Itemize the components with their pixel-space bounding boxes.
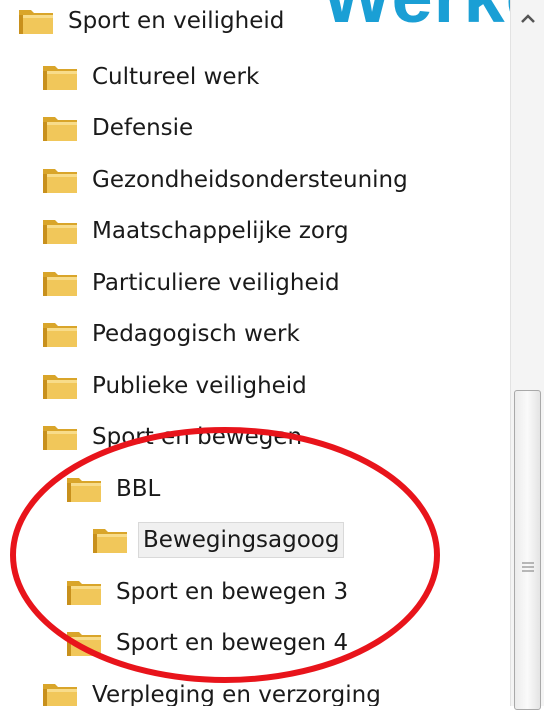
tree-item[interactable]: Publieke veiligheid — [42, 363, 311, 409]
tree-item[interactable]: Sport en bewegen 3 — [66, 569, 352, 615]
folder-tree: Werken toch n Sport en veiligheid Culture… — [0, 0, 510, 706]
tree-item-label: Particuliere veiligheid — [92, 269, 340, 296]
tree-item-label: Maatschappelijke zorg — [92, 218, 349, 244]
tree-item[interactable]: Sport en bewegen 4 — [66, 620, 352, 666]
tree-item-label: Bewegingsagoog — [138, 522, 345, 558]
tree-item[interactable]: Bewegingsagoog — [92, 517, 345, 563]
tree-item-label: Publieke veiligheid — [92, 372, 307, 399]
tree-item[interactable]: Gezondheidsondersteuning — [42, 157, 412, 203]
tree-item[interactable]: Sport en veiligheid — [18, 0, 288, 44]
scrollbar-thumb[interactable] — [514, 390, 541, 710]
tree-item-label: Cultureel werk — [92, 63, 260, 90]
folder-icon — [42, 62, 78, 92]
folder-icon — [66, 474, 102, 504]
folder-icon — [42, 371, 78, 401]
tree-item-label: Defensie — [92, 115, 194, 141]
tree-item-label: Gezondheidsondersteuning — [92, 166, 408, 193]
banner-text: Werken toch n — [322, 0, 510, 39]
folder-icon — [42, 165, 78, 195]
tree-item[interactable]: Pedagogisch werk — [42, 311, 304, 357]
folder-icon — [42, 216, 78, 246]
folder-icon — [42, 113, 78, 143]
tree-item-label: Sport en bewegen — [92, 424, 303, 450]
folder-icon — [18, 6, 54, 36]
chevron-up-icon[interactable] — [520, 12, 536, 26]
tree-item-label: Sport en veiligheid — [68, 8, 285, 34]
grip-icon — [522, 562, 534, 572]
tree-item-label: Sport en bewegen 4 — [116, 630, 349, 656]
folder-icon — [42, 268, 78, 298]
tree-item-label: Sport en bewegen 3 — [116, 578, 349, 605]
vertical-scrollbar[interactable] — [510, 0, 544, 710]
tree-item[interactable]: Particuliere veiligheid — [42, 260, 344, 306]
folder-icon — [92, 525, 128, 555]
tree-item-label: Verpleging en verzorging — [92, 681, 381, 707]
tree-item[interactable]: Verpleging en verzorging — [42, 672, 385, 707]
tree-item[interactable]: Sport en bewegen — [42, 414, 306, 460]
tree-item-label: BBL — [116, 475, 161, 502]
folder-icon — [42, 422, 78, 452]
folder-icon — [42, 319, 78, 349]
tree-item[interactable]: BBL — [66, 466, 164, 512]
tree-item[interactable]: Cultureel werk — [42, 54, 263, 100]
folder-icon — [66, 577, 102, 607]
tree-item[interactable]: Maatschappelijke zorg — [42, 208, 353, 254]
folder-icon — [66, 628, 102, 658]
folder-icon — [42, 680, 78, 706]
tree-item[interactable]: Defensie — [42, 105, 197, 151]
tree-item-label: Pedagogisch werk — [92, 321, 300, 347]
